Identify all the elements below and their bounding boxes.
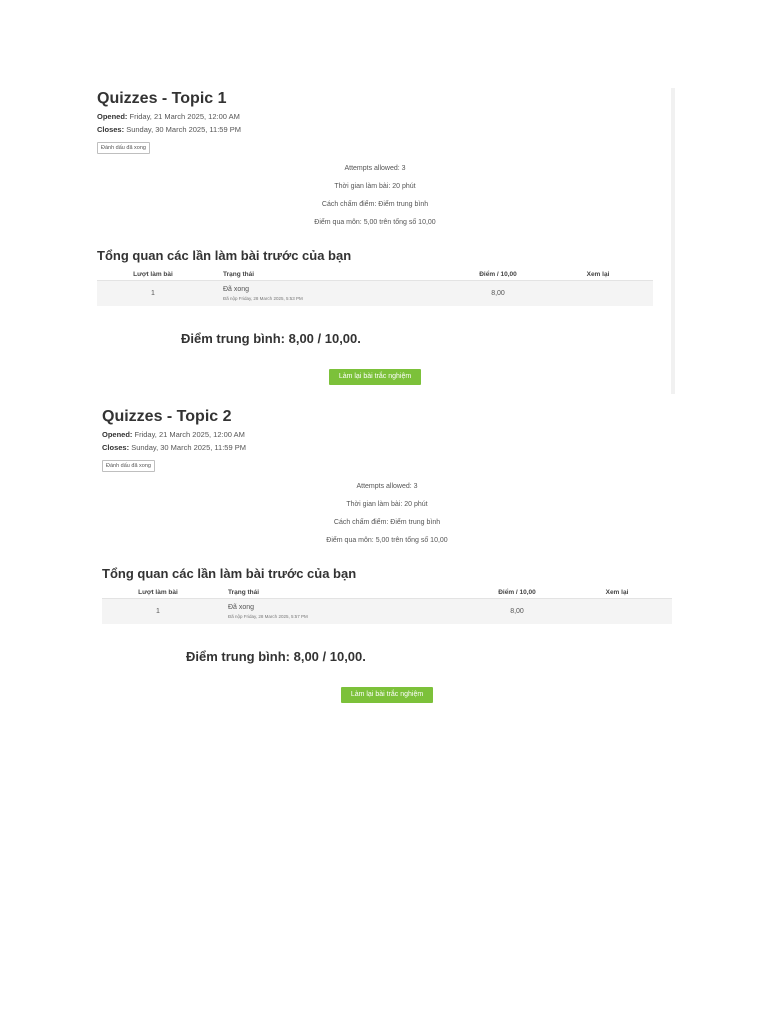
attempts-table: Lượt làm bài Trạng thái Điểm / 10,00 Xem… — [102, 586, 672, 624]
opened-line: Opened: Friday, 21 March 2025, 12:00 AM — [102, 428, 672, 441]
attempt-grade: 8,00 — [472, 598, 562, 624]
state-text: Đã xong — [223, 286, 250, 293]
table-header-row: Lượt làm bài Trạng thái Điểm / 10,00 Xem… — [97, 268, 653, 281]
mark-done-button[interactable]: Đánh dấu đã xong — [97, 142, 150, 154]
grading-method: Cách chấm điểm: Điểm trung bình — [333, 519, 441, 526]
column-header-attempt: Lượt làm bài — [97, 268, 209, 281]
submitted-time: Đã nộp Friday, 28 March 2025, 5:57 PM — [228, 614, 308, 619]
column-header-review: Xem lại — [562, 586, 672, 599]
grading-method: Cách chấm điểm: Điểm trung bình — [321, 201, 429, 208]
quiz-title: Quizzes - Topic 2 — [102, 408, 232, 425]
column-header-state: Trạng thái — [209, 268, 453, 281]
opened-value: Friday, 21 March 2025, 12:00 AM — [129, 112, 240, 121]
pass-grade: Điểm qua môn: 5,00 trên tổng số 10,00 — [314, 219, 436, 226]
average-grade: Điểm trung bình: 8,00 / 10,00. — [186, 649, 366, 664]
attempts-overview-title: Tổng quan các lần làm bài trước của bạn — [102, 566, 357, 581]
time-limit: Thời gian làm bài: 20 phút — [334, 183, 416, 190]
table-row: 1 Đã xong Đã nộp Friday, 28 March 2025, … — [97, 280, 653, 306]
closes-value: Sunday, 30 March 2025, 11:59 PM — [126, 125, 241, 134]
column-header-grade: Điểm / 10,00 — [472, 586, 562, 599]
retake-quiz-button[interactable]: Làm lại bài trắc nghiệm — [340, 687, 434, 703]
retake-quiz-button[interactable]: Làm lại bài trắc nghiệm — [328, 369, 422, 385]
page: Quizzes - Topic 1 Opened: Friday, 21 Mar… — [0, 0, 768, 1024]
retake-wrap: Làm lại bài trắc nghiệm — [102, 683, 672, 703]
column-header-review: Xem lại — [543, 268, 653, 281]
table-header-row: Lượt làm bài Trạng thái Điểm / 10,00 Xem… — [102, 586, 672, 599]
quiz-info: Attempts allowed: 3 Thời gian làm bài: 2… — [97, 160, 653, 232]
column-header-grade: Điểm / 10,00 — [453, 268, 543, 281]
scrollbar[interactable] — [671, 88, 675, 394]
opened-value: Friday, 21 March 2025, 12:00 AM — [134, 430, 245, 439]
closes-label: Closes: — [97, 125, 125, 134]
submitted-time: Đã nộp Friday, 28 March 2025, 5:53 PM — [223, 296, 303, 301]
quiz-info: Attempts allowed: 3 Thời gian làm bài: 2… — [102, 478, 672, 550]
attempt-number: 1 — [97, 280, 209, 306]
opened-label: Opened: — [102, 430, 133, 439]
column-header-attempt: Lượt làm bài — [102, 586, 214, 599]
time-limit: Thời gian làm bài: 20 phút — [346, 501, 428, 508]
attempt-review[interactable] — [543, 280, 653, 306]
retake-wrap: Làm lại bài trắc nghiệm — [97, 365, 653, 385]
closes-line: Closes: Sunday, 30 March 2025, 11:59 PM — [97, 123, 653, 136]
attempts-allowed: Attempts allowed: 3 — [356, 483, 418, 490]
table-row: 1 Đã xong Đã nộp Friday, 28 March 2025, … — [102, 598, 672, 624]
attempt-review[interactable] — [562, 598, 672, 624]
quiz-section-topic-1: Quizzes - Topic 1 Opened: Friday, 21 Mar… — [97, 88, 653, 385]
mark-done-button[interactable]: Đánh dấu đã xong — [102, 460, 155, 472]
average-grade: Điểm trung bình: 8,00 / 10,00. — [181, 331, 361, 346]
attempts-overview-title: Tổng quan các lần làm bài trước của bạn — [97, 248, 352, 263]
closes-label: Closes: — [102, 443, 130, 452]
opened-label: Opened: — [97, 112, 128, 121]
attempt-state: Đã xong Đã nộp Friday, 28 March 2025, 5:… — [209, 280, 453, 306]
quiz-title: Quizzes - Topic 1 — [97, 90, 227, 107]
attempt-grade: 8,00 — [453, 280, 543, 306]
state-text: Đã xong — [228, 604, 255, 611]
opened-line: Opened: Friday, 21 March 2025, 12:00 AM — [97, 110, 653, 123]
closes-value: Sunday, 30 March 2025, 11:59 PM — [131, 443, 246, 452]
attempts-table: Lượt làm bài Trạng thái Điểm / 10,00 Xem… — [97, 268, 653, 306]
pass-grade: Điểm qua môn: 5,00 trên tổng số 10,00 — [326, 537, 448, 544]
attempt-state: Đã xong Đã nộp Friday, 28 March 2025, 5:… — [214, 598, 472, 624]
attempt-number: 1 — [102, 598, 214, 624]
quiz-section-topic-2: Quizzes - Topic 2 Opened: Friday, 21 Mar… — [102, 406, 672, 703]
attempts-allowed: Attempts allowed: 3 — [344, 165, 406, 172]
column-header-state: Trạng thái — [214, 586, 472, 599]
closes-line: Closes: Sunday, 30 March 2025, 11:59 PM — [102, 441, 672, 454]
